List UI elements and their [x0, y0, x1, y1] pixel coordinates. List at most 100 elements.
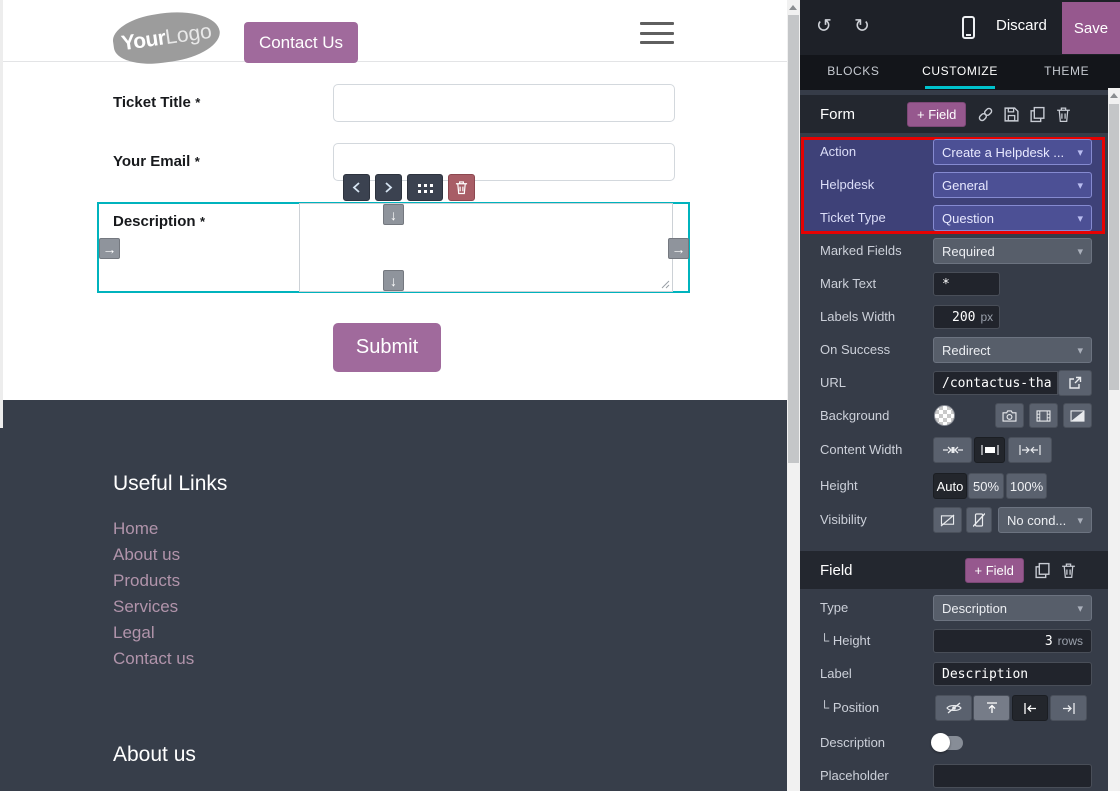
preview-scrollbar[interactable]	[787, 0, 800, 791]
mobile-preview-icon[interactable]	[962, 16, 975, 39]
trash-icon[interactable]	[1060, 562, 1077, 579]
discard-button[interactable]: Discard	[996, 17, 1047, 34]
drag-handle-button[interactable]	[407, 174, 443, 201]
film-icon	[1036, 410, 1051, 422]
content-width-default-button[interactable]	[974, 437, 1005, 463]
background-image-button[interactable]	[995, 403, 1024, 428]
footer-link-legal[interactable]: Legal	[113, 620, 194, 646]
useful-links-title: Useful Links	[113, 472, 227, 496]
placeholder-input[interactable]	[933, 764, 1092, 788]
scroll-up-arrow-icon[interactable]	[1110, 93, 1118, 98]
height-100-button[interactable]: 100%	[1006, 473, 1047, 499]
add-field-button[interactable]: + Field	[965, 558, 1024, 583]
action-select[interactable]: Create a Helpdesk ...▾	[933, 139, 1092, 165]
redo-icon[interactable]: ↻	[854, 15, 870, 38]
hide-on-mobile-button[interactable]	[966, 507, 992, 533]
desktop-slash-icon	[940, 514, 955, 527]
site-logo[interactable]: YourLogo	[110, 6, 223, 69]
background-color-swatch[interactable]	[934, 405, 955, 426]
label-right-button[interactable]	[1050, 695, 1087, 721]
copy-icon[interactable]	[1029, 106, 1046, 123]
tab-customize[interactable]: CUSTOMIZE	[907, 55, 1014, 90]
marked-fields-row: Marked Fields Required▾	[800, 238, 1108, 264]
move-next-button[interactable]	[375, 174, 402, 201]
footer-link-about[interactable]: About us	[113, 542, 194, 568]
height-auto-button[interactable]: Auto	[933, 473, 967, 499]
helpdesk-select[interactable]: General▾	[933, 172, 1092, 198]
field-height-input[interactable]: 3rows	[933, 629, 1092, 653]
background-shape-button[interactable]	[1063, 403, 1092, 428]
height-row: Height Auto 50% 100%	[800, 473, 1108, 499]
background-video-button[interactable]	[1029, 403, 1058, 428]
footer-link-home[interactable]: Home	[113, 516, 194, 542]
open-url-button[interactable]	[1058, 370, 1092, 396]
contact-us-button[interactable]: Contact Us	[244, 22, 358, 63]
panel-scrollbar-thumb[interactable]	[1109, 104, 1119, 390]
tab-blocks[interactable]: BLOCKS	[800, 55, 907, 90]
gradient-icon	[1070, 410, 1085, 422]
url-row: URL /contactus-tha	[800, 370, 1108, 396]
extend-up-handle[interactable]: ↓	[383, 204, 404, 225]
label-left-button[interactable]	[1012, 695, 1048, 721]
content-width-row: Content Width	[800, 437, 1108, 463]
content-width-full-button[interactable]	[1008, 437, 1052, 463]
logo-text-bold: Your	[120, 26, 167, 56]
helpdesk-row: Helpdesk General▾	[800, 172, 1108, 198]
field-type-select[interactable]: Description▾	[933, 595, 1092, 621]
ticket-type-select[interactable]: Question▾	[933, 205, 1092, 231]
description-textarea[interactable]	[299, 203, 673, 292]
url-input[interactable]: /contactus-tha	[933, 371, 1058, 395]
link-icon[interactable]	[977, 106, 994, 123]
height-50-button[interactable]: 50%	[968, 473, 1004, 499]
scroll-up-arrow-icon[interactable]	[789, 5, 797, 10]
placeholder-row: Placeholder	[800, 763, 1108, 789]
add-field-button[interactable]: + Field	[907, 102, 966, 127]
preview-scrollbar-thumb[interactable]	[788, 15, 799, 463]
copy-icon[interactable]	[1034, 562, 1051, 579]
ticket-title-input[interactable]	[333, 84, 675, 122]
save-template-icon[interactable]	[1003, 106, 1020, 123]
save-button[interactable]: Save	[1062, 2, 1120, 54]
field-label-input[interactable]: Description	[933, 662, 1092, 686]
labels-width-input[interactable]: 200px	[933, 305, 1000, 329]
arrow-right-icon: →	[672, 241, 686, 257]
footer-link-services[interactable]: Services	[113, 594, 194, 620]
move-previous-button[interactable]	[343, 174, 370, 201]
visibility-row: Visibility No cond...▾	[800, 507, 1108, 533]
visibility-condition-select[interactable]: No cond...▾	[998, 507, 1092, 533]
label-top-icon	[986, 702, 998, 714]
marked-fields-select[interactable]: Required▾	[933, 238, 1092, 264]
tab-theme[interactable]: THEME	[1013, 55, 1120, 90]
label-hidden-button[interactable]	[935, 695, 972, 721]
content-width-narrow-button[interactable]	[933, 437, 972, 463]
extend-left-handle[interactable]: →	[99, 238, 120, 259]
ticket-title-label: Ticket Title *	[113, 94, 200, 112]
mark-text-input[interactable]: *	[933, 272, 1000, 296]
form-section-title: Form	[820, 106, 855, 123]
editor-tabs: BLOCKS CUSTOMIZE THEME	[800, 55, 1120, 90]
footer-link-products[interactable]: Products	[113, 568, 194, 594]
logo-text-light: Logo	[164, 19, 214, 49]
label-top-button[interactable]	[973, 695, 1010, 721]
external-link-icon	[1068, 376, 1082, 390]
label-right-icon	[1062, 703, 1075, 714]
on-success-select[interactable]: Redirect▾	[933, 337, 1092, 363]
undo-icon[interactable]: ↺	[816, 15, 832, 38]
field-edit-toolbar	[343, 174, 475, 201]
delete-field-button[interactable]	[448, 174, 475, 201]
description-toggle[interactable]	[933, 736, 963, 750]
submit-label: Submit	[356, 336, 418, 359]
extend-down-handle[interactable]: ↓	[383, 270, 404, 291]
field-label-row: Label Description	[800, 661, 1108, 687]
menu-icon[interactable]	[640, 22, 674, 44]
footer-link-contact[interactable]: Contact us	[113, 646, 194, 672]
arrow-down-icon: ↓	[390, 273, 397, 289]
trash-icon[interactable]	[1055, 106, 1072, 123]
toggle-knob	[931, 733, 950, 752]
submit-button[interactable]: Submit	[333, 323, 441, 372]
panel-scrollbar[interactable]	[1108, 88, 1120, 791]
mobile-slash-icon	[973, 513, 985, 527]
hide-on-desktop-button[interactable]	[933, 507, 962, 533]
extend-right-handle[interactable]: →	[668, 238, 689, 259]
resize-handle-icon[interactable]	[661, 280, 670, 289]
